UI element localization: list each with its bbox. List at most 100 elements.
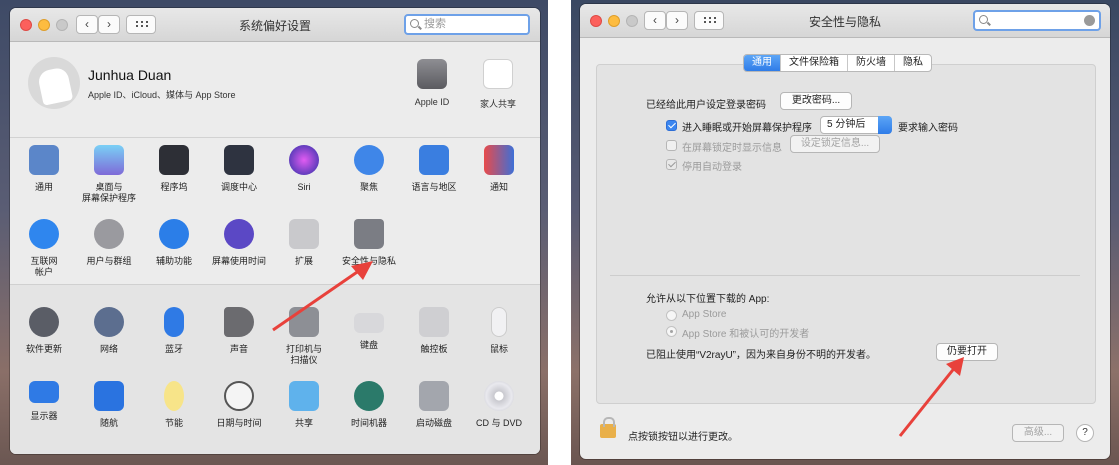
pref-internet-accounts[interactable]: 互联网 帐户	[12, 219, 76, 278]
pref-extensions[interactable]: 扩展	[272, 219, 336, 267]
pref-accessibility[interactable]: 辅助功能	[142, 219, 206, 267]
pref-trackpad[interactable]: 触控板	[402, 307, 466, 355]
screen-time-icon	[224, 219, 254, 249]
pref-time-machine[interactable]: 时间机器	[337, 381, 401, 429]
dock-icon	[159, 145, 189, 175]
date-time-icon	[224, 381, 254, 411]
change-password-button[interactable]: 更改密码...	[780, 92, 852, 110]
apple-id-pref[interactable]: Apple ID	[402, 59, 462, 107]
help-button[interactable]: ?	[1076, 424, 1094, 442]
sharing-icon	[289, 381, 319, 411]
family-sharing-pref[interactable]: 家人共享	[468, 59, 528, 110]
hardware-prefs-section: 软件更新 网络 蓝牙 声音 打印机与 扫描仪 键盘 触控板 鼠标 显示器 随航 …	[10, 284, 540, 454]
user-account-area: Junhua Duan Apple ID、iCloud、媒体与 App Stor…	[10, 43, 540, 138]
users-groups-icon	[94, 219, 124, 249]
set-lock-message-button[interactable]: 设定锁定信息...	[790, 135, 880, 153]
section-divider	[610, 275, 1080, 276]
app-store-dev-option-label: App Store 和被认可的开发者	[682, 329, 810, 340]
bluetooth-icon	[164, 307, 184, 337]
pref-dock[interactable]: 程序坞	[142, 145, 206, 193]
notifications-icon	[484, 145, 514, 175]
pref-general[interactable]: 通用	[12, 145, 76, 193]
pref-notifications[interactable]: 通知	[467, 145, 531, 193]
mission-control-icon	[224, 145, 254, 175]
energy-saver-icon	[164, 381, 184, 411]
pref-sharing[interactable]: 共享	[272, 381, 336, 429]
security-privacy-window: ‹ › 安全性与隐私 通用 文件保险箱 防火墙 隐私 已经给此用户设定登录密码 …	[580, 4, 1110, 459]
search-input[interactable]: 搜索	[404, 14, 530, 35]
system-preferences-window: ‹ › 系统偏好设置 搜索 Junhua Duan Apple ID、iClou…	[10, 8, 540, 454]
pref-cd-dvd[interactable]: CD 与 DVD	[467, 381, 531, 429]
disable-auto-login-checkbox[interactable]	[666, 159, 677, 170]
pref-startup-disk[interactable]: 启动磁盘	[402, 381, 466, 429]
advanced-button[interactable]: 高级...	[1012, 424, 1064, 442]
pref-network[interactable]: 网络	[77, 307, 141, 355]
general-icon	[29, 145, 59, 175]
pref-desktop-screensaver[interactable]: 桌面与 屏幕保护程序	[77, 145, 141, 204]
internet-accounts-icon	[29, 219, 59, 249]
titlebar: ‹ › 系统偏好设置 搜索	[10, 8, 540, 42]
pref-spotlight[interactable]: 聚焦	[337, 145, 401, 193]
search-icon	[979, 15, 988, 24]
tab-privacy[interactable]: 隐私	[894, 55, 931, 71]
pref-security-privacy[interactable]: 安全性与隐私	[337, 219, 401, 267]
pref-mouse[interactable]: 鼠标	[467, 307, 531, 355]
apple-id-icon	[417, 59, 447, 89]
pref-sound[interactable]: 声音	[207, 307, 271, 355]
pref-sidecar[interactable]: 随航	[77, 381, 141, 429]
app-store-option-label: App Store	[682, 309, 727, 320]
desktop-screensaver-icon	[94, 145, 124, 175]
sound-icon	[224, 307, 254, 337]
open-anyway-button[interactable]: 仍要打开	[936, 343, 998, 361]
pref-displays[interactable]: 显示器	[12, 381, 76, 422]
displays-icon	[29, 381, 59, 403]
pref-language-region[interactable]: 语言与地区	[402, 145, 466, 193]
tab-general[interactable]: 通用	[744, 55, 780, 71]
sidecar-icon	[94, 381, 124, 411]
keyboard-icon	[354, 313, 384, 333]
software-update-icon	[29, 307, 59, 337]
tab-filevault[interactable]: 文件保险箱	[780, 55, 847, 71]
time-machine-icon	[354, 381, 384, 411]
require-password-prefix: 进入睡眠或开始屏幕保护程序	[682, 123, 812, 134]
app-store-radio[interactable]	[666, 310, 677, 321]
allow-apps-label: 允许从以下位置下载的 App:	[646, 294, 770, 305]
language-region-icon	[419, 145, 449, 175]
extensions-icon	[289, 219, 319, 249]
pref-screen-time[interactable]: 屏幕使用时间	[207, 219, 271, 267]
app-store-dev-radio[interactable]	[666, 326, 677, 337]
search-input[interactable]	[973, 10, 1101, 31]
pref-mission-control[interactable]: 调度中心	[207, 145, 271, 193]
startup-disk-icon	[419, 381, 449, 411]
pref-printers-scanners[interactable]: 打印机与 扫描仪	[272, 307, 336, 366]
pref-energy-saver[interactable]: 节能	[142, 381, 206, 429]
spotlight-icon	[354, 145, 384, 175]
show-message-checkbox[interactable]	[666, 140, 677, 151]
siri-icon	[289, 145, 319, 175]
screenshot-root: ‹ › 系统偏好设置 搜索 Junhua Duan Apple ID、iClou…	[0, 0, 1119, 465]
pref-software-update[interactable]: 软件更新	[12, 307, 76, 355]
pref-siri[interactable]: Siri	[272, 145, 336, 193]
show-message-label: 在屏幕锁定时显示信息	[682, 143, 782, 154]
pref-date-time[interactable]: 日期与时间	[207, 381, 271, 429]
pref-bluetooth[interactable]: 蓝牙	[142, 307, 206, 355]
printers-scanners-icon	[289, 307, 319, 337]
disable-auto-login-label: 停用自动登录	[682, 162, 742, 173]
pref-keyboard[interactable]: 键盘	[337, 307, 401, 351]
clear-search-icon[interactable]	[1084, 15, 1095, 26]
tab-firewall[interactable]: 防火墙	[847, 55, 894, 71]
blocked-app-message: 已阻止使用“V2rayU”，因为来自身份不明的开发者。	[646, 350, 877, 361]
password-set-label: 已经给此用户设定登录密码	[646, 100, 766, 111]
user-name: Junhua Duan	[88, 67, 172, 83]
require-password-delay-select[interactable]: 5 分钟后	[820, 116, 892, 134]
lock-icon[interactable]	[600, 417, 616, 438]
security-privacy-icon	[354, 219, 384, 249]
avatar[interactable]	[28, 57, 80, 109]
require-password-suffix: 要求输入密码	[898, 123, 958, 134]
pref-users-groups[interactable]: 用户与群组	[77, 219, 141, 267]
titlebar: ‹ › 安全性与隐私	[580, 4, 1110, 38]
family-sharing-icon	[483, 59, 513, 89]
mouse-icon	[491, 307, 507, 337]
network-icon	[94, 307, 124, 337]
require-password-checkbox[interactable]	[666, 120, 677, 131]
